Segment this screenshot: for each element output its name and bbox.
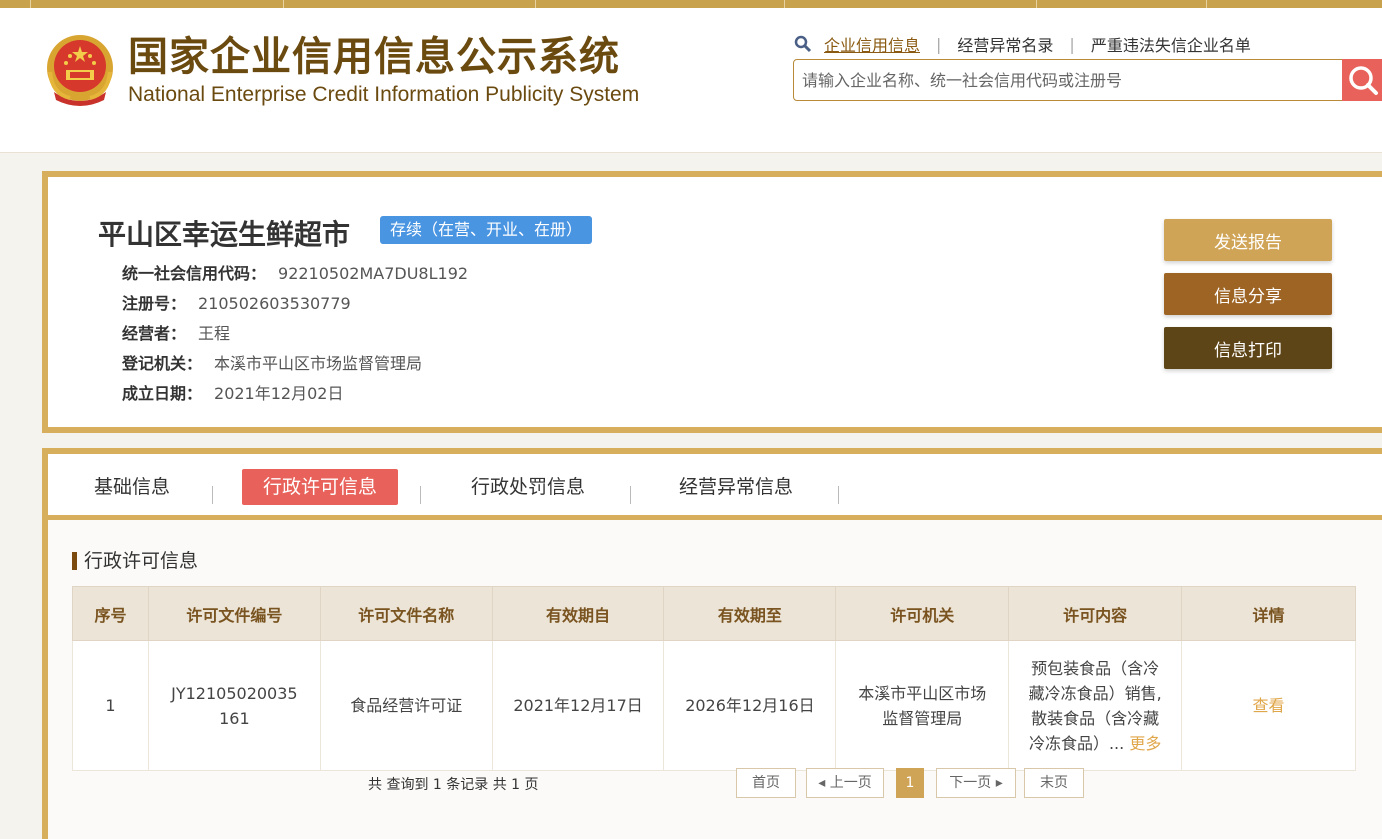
cell-index: 1 <box>72 640 149 771</box>
magnifier-icon <box>794 35 812 53</box>
cell-valid-from: 2021年12月17日 <box>491 640 665 771</box>
info-row-founded: 成立日期： 2021年12月02日 <box>122 383 343 405</box>
link-abnormal-list[interactable]: 经营异常名录 <box>957 32 1053 56</box>
link-enterprise-credit[interactable]: 企业信用信息 <box>824 32 920 56</box>
first-page-button[interactable]: 首页 <box>736 768 796 798</box>
site-title-en: National Enterprise Credit Information P… <box>128 83 640 106</box>
info-label: 注册号： <box>122 294 187 313</box>
cell-doc-name: 食品经营许可证 <box>319 640 493 771</box>
company-card: 平山区幸运生鲜超市 存续（在营、开业、在册） 统一社会信用代码： 92210502… <box>42 171 1382 433</box>
col-header: 详情 <box>1181 586 1356 641</box>
next-page-label: 下一页 <box>949 775 992 791</box>
strip-divider <box>535 0 536 8</box>
link-divider: | <box>1069 34 1075 54</box>
strip-divider <box>1206 0 1207 8</box>
tab-abnormal-operation[interactable]: 经营异常信息 <box>670 469 802 505</box>
status-badge: 存续（在营、开业、在册） <box>380 216 593 244</box>
link-blacklist[interactable]: 严重违法失信企业名单 <box>1091 32 1251 56</box>
cell-valid-to: 2026年12月16日 <box>663 640 837 771</box>
col-header: 许可文件编号 <box>147 586 321 641</box>
next-page-button[interactable]: 下一页 ▸ <box>936 768 1016 798</box>
prev-page-button[interactable]: ◂ 上一页 <box>806 768 884 798</box>
info-row-credit-code: 统一社会信用代码： 92210502MA7DU8L192 <box>122 263 468 285</box>
cell-detail: 查看 <box>1181 640 1356 771</box>
strip-divider <box>283 0 284 8</box>
info-value: 王程 <box>198 324 231 343</box>
strip-divider <box>1036 0 1037 8</box>
current-page[interactable]: 1 <box>896 768 924 798</box>
info-value: 92210502MA7DU8L192 <box>278 264 469 283</box>
info-label: 登记机关： <box>122 354 203 373</box>
strip-divider <box>30 0 31 8</box>
site-header: 国家企业信用信息公示系统 National Enterprise Credit … <box>0 8 1382 153</box>
tab-divider <box>630 486 631 504</box>
prev-page-label: 上一页 <box>829 775 872 791</box>
section-title: 行政许可信息 <box>72 550 198 572</box>
send-report-button[interactable]: 发送报告 <box>1164 219 1332 261</box>
col-header: 许可内容 <box>1008 586 1183 641</box>
cell-content: 预包装食品（含冷藏冷冻食品）销售,散装食品（含冷藏冷冻食品）... 更多 <box>1008 640 1183 771</box>
info-label: 统一社会信用代码： <box>122 264 267 283</box>
tab-divider <box>838 486 839 504</box>
company-name: 平山区幸运生鲜超市 <box>98 218 351 251</box>
info-value: 210502603530779 <box>198 294 351 313</box>
permit-content: 行政许可信息 序号 许可文件编号 许可文件名称 有效期自 有效期至 许可机关 许… <box>48 520 1382 839</box>
tab-divider <box>212 486 213 504</box>
more-link[interactable]: 更多 <box>1129 734 1161 753</box>
link-divider: | <box>936 34 942 54</box>
tab-bar: 基础信息 行政许可信息 行政处罚信息 经营异常信息 <box>48 454 1382 515</box>
col-header: 有效期自 <box>491 586 665 641</box>
share-info-button[interactable]: 信息分享 <box>1164 273 1332 315</box>
tab-divider <box>420 486 421 504</box>
last-page-button[interactable]: 末页 <box>1024 768 1084 798</box>
tab-admin-penalty[interactable]: 行政处罚信息 <box>462 469 594 505</box>
info-row-authority: 登记机关： 本溪市平山区市场监督管理局 <box>122 353 422 375</box>
search-box <box>793 59 1382 101</box>
col-header: 许可文件名称 <box>319 586 493 641</box>
info-row-reg-no: 注册号： 210502603530779 <box>122 293 351 315</box>
col-header: 许可机关 <box>835 586 1010 641</box>
triangle-right-icon: ▸ <box>991 775 1003 791</box>
triangle-left-icon: ◂ <box>818 775 830 791</box>
info-label: 成立日期： <box>122 384 203 403</box>
info-row-operator: 经营者： 王程 <box>122 323 230 345</box>
permit-table: 序号 许可文件编号 许可文件名称 有效期自 有效期至 许可机关 许可内容 详情 … <box>72 586 1356 771</box>
col-header: 有效期至 <box>663 586 837 641</box>
tab-basic-info[interactable]: 基础信息 <box>82 469 182 505</box>
search-button[interactable] <box>1342 59 1382 101</box>
col-header: 序号 <box>72 586 149 641</box>
view-detail-link[interactable]: 查看 <box>1253 696 1285 715</box>
strip-divider <box>784 0 785 8</box>
info-label: 经营者： <box>122 324 187 343</box>
print-info-button[interactable]: 信息打印 <box>1164 327 1332 369</box>
cell-authority: 本溪市平山区市场监督管理局 <box>835 640 1010 771</box>
info-value: 本溪市平山区市场监督管理局 <box>214 354 423 373</box>
top-strip <box>0 0 1382 8</box>
search-input[interactable] <box>802 60 1332 100</box>
table-header-row: 序号 许可文件编号 许可文件名称 有效期自 有效期至 许可机关 许可内容 详情 <box>72 586 1356 641</box>
quick-links: 企业信用信息 | 经营异常名录 | 严重违法失信企业名单 <box>794 32 1251 56</box>
search-icon <box>1349 66 1378 95</box>
info-panel: 基础信息 行政许可信息 行政处罚信息 经营异常信息 行政许可信息 序号 许可文件… <box>42 448 1382 839</box>
pagination-summary: 共 查询到 1 条记录 共 1 页 <box>368 777 539 793</box>
info-value: 2021年12月02日 <box>214 384 344 403</box>
tab-admin-permit[interactable]: 行政许可信息 <box>242 469 398 505</box>
national-emblem-icon <box>47 35 113 106</box>
table-row: 1 JY12105020035161 食品经营许可证 2021年12月17日 2… <box>72 640 1356 771</box>
cell-doc-no: JY12105020035161 <box>147 640 321 771</box>
site-title-cn: 国家企业信用信息公示系统 <box>128 34 620 80</box>
